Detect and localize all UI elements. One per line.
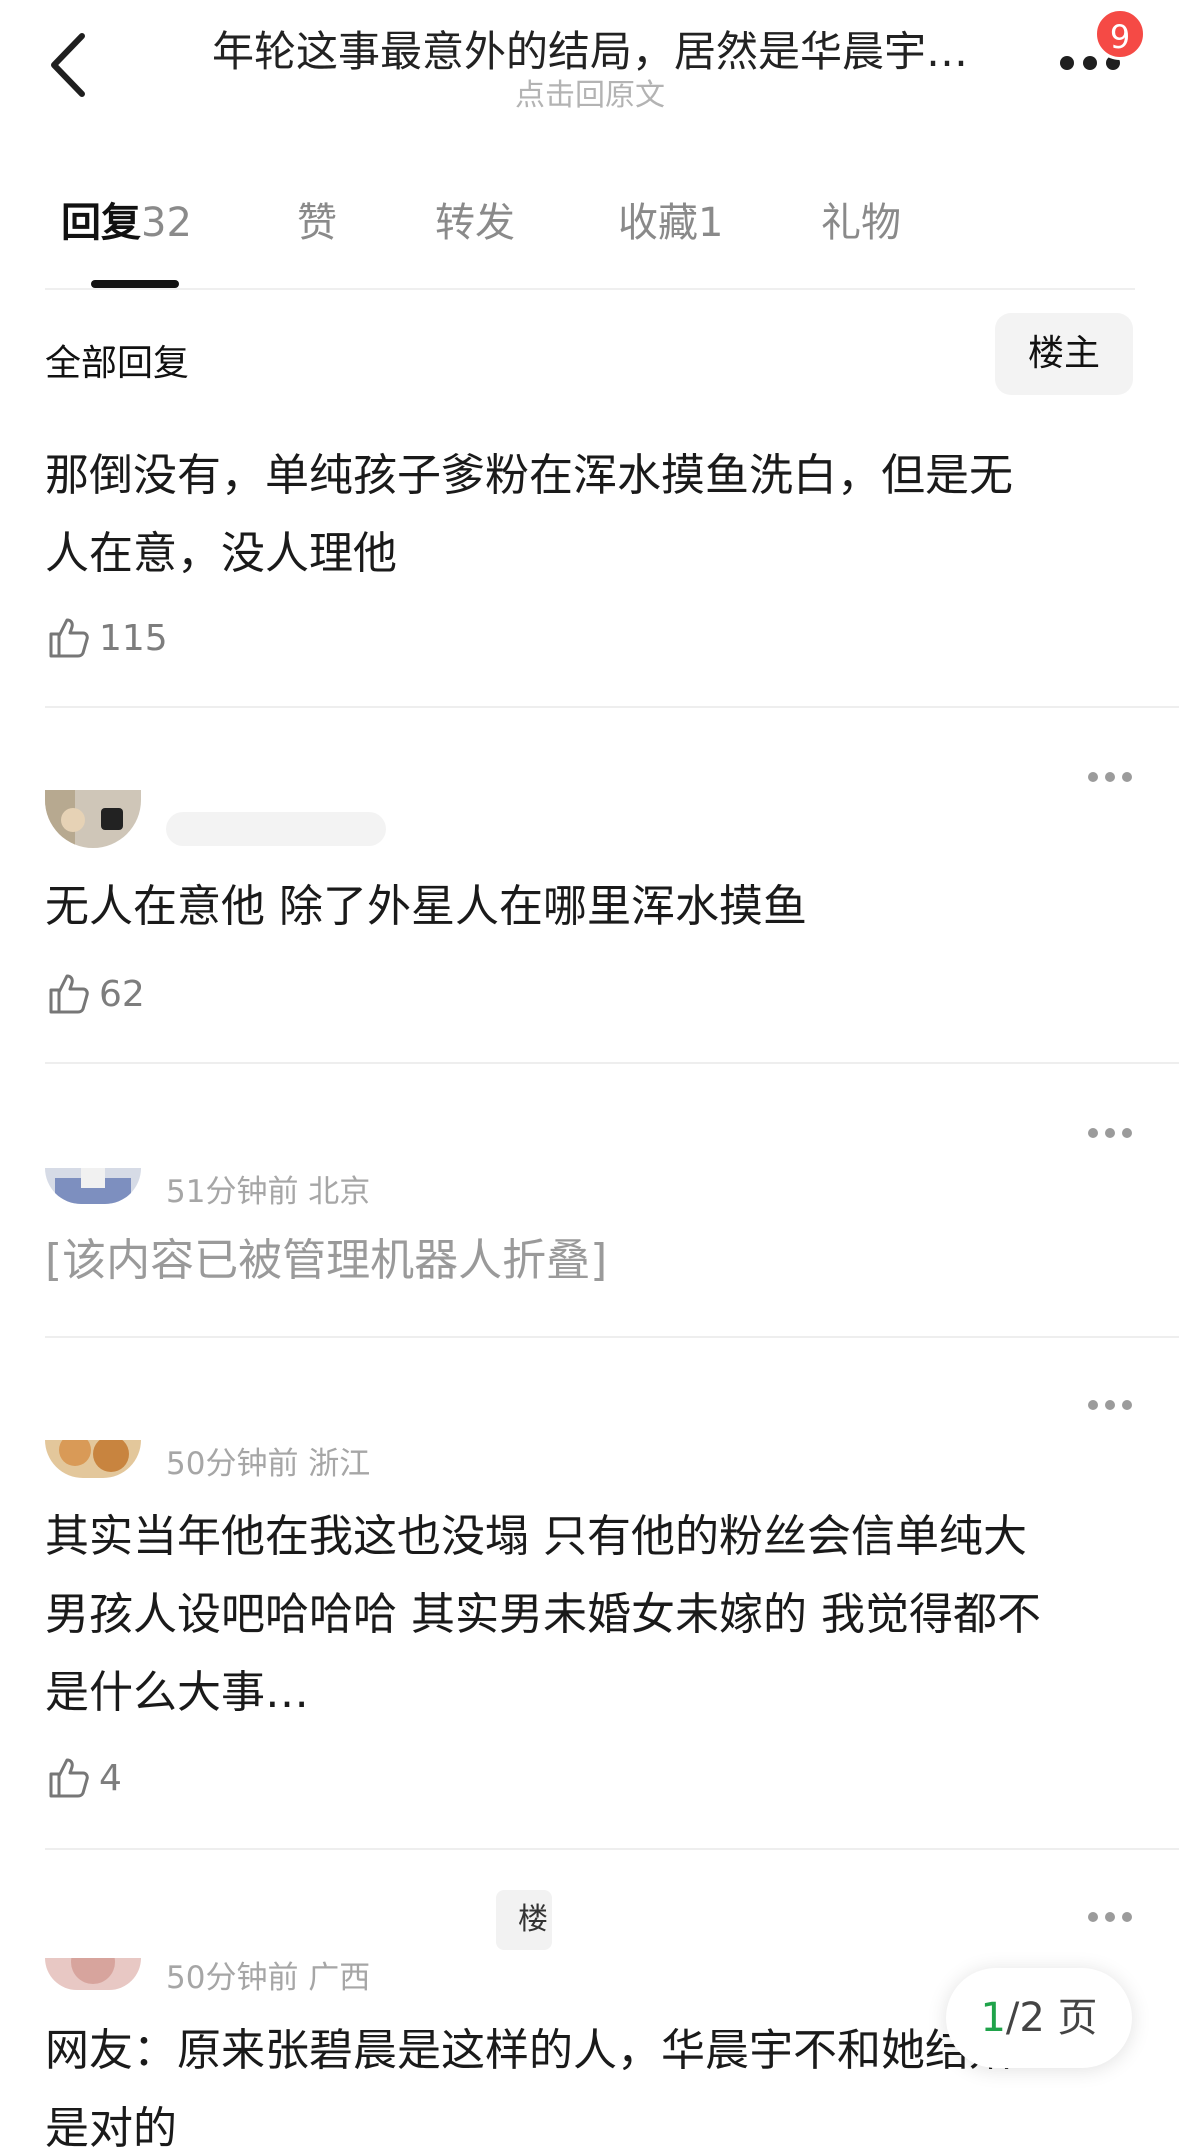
like-count: 115 [99,617,168,659]
tab-replies-count: 32 [141,200,192,246]
top-bar: 年轮这事最意外的结局，居然是华晨宇… 点击回原文 9 [0,0,1179,130]
avatar[interactable] [45,790,141,848]
folded-notice[interactable]: [该内容已被管理机器人折叠] [45,1222,1135,1300]
reply-text: 其实当年他在我这也没塌 只有他的粉丝会信单纯大 男孩人设吧哈哈哈 其实男未婚女未… [45,1498,1135,1732]
back-arrow-icon[interactable] [44,30,94,100]
tab-reposts-label: 转发 [435,200,515,246]
reply-text-line: 无人在意他 除了外星人在哪里浑水摸鱼 [45,881,807,932]
tab-replies-label: 回复 [61,200,141,246]
reply-text: 无人在意他 除了外星人在哪里浑水摸鱼 [45,868,1135,946]
section-title: 全部回复 [45,343,190,384]
like-button[interactable]: 62 [45,966,145,1022]
folded-notice-line: [该内容已被管理机器人折叠] [45,1235,608,1286]
avatar[interactable] [45,1440,141,1478]
notification-badge[interactable]: 9 [1094,8,1146,60]
current-page: 1 [980,1995,1006,2041]
tab-replies[interactable]: 回复32 [61,190,192,248]
active-tab-indicator [91,280,179,288]
total-pages: /2 页 [1005,1995,1098,2041]
like-button[interactable]: 4 [45,1750,122,1806]
tab-favorites[interactable]: 收藏1 [618,190,723,248]
post-text-line: 人在意，没人理他 [45,528,397,579]
tab-gifts[interactable]: 礼物 [821,190,901,248]
username-blurred[interactable] [166,812,386,846]
reply-more-icon[interactable] [1088,1128,1132,1140]
thumbs-up-icon [49,1758,89,1798]
back-to-original-link[interactable]: 点击回原文 [180,70,1000,114]
divider [45,288,1135,290]
owner-only-button[interactable]: 楼主 [995,313,1133,395]
divider [45,1336,1179,1338]
reply-more-icon[interactable] [1088,772,1132,784]
divider [45,1848,1179,1850]
tab-likes-label: 赞 [297,200,337,246]
reply-meta: 51分钟前 北京 [166,1174,371,1210]
tab-bar: 回复32 赞 转发 收藏1 礼物 [45,190,1135,290]
tab-gifts-label: 礼物 [821,200,901,246]
reply-text-line: 其实当年他在我这也没塌 只有他的粉丝会信单纯大 [45,1511,1027,1562]
thumbs-up-icon [49,974,89,1014]
like-count: 62 [99,973,145,1015]
thumbs-up-icon [49,618,89,658]
post-text: 那倒没有，单纯孩子爹粉在浑水摸鱼洗白，但是无 人在意，没人理他 [45,437,1135,593]
like-button[interactable]: 115 [45,610,168,666]
reply-meta: 50分钟前 广西 [166,1960,371,1996]
tab-reposts[interactable]: 转发 [435,190,515,248]
reply-text-line: 是对的 [45,2103,177,2150]
reply-more-icon[interactable] [1088,1400,1132,1412]
reply-more-icon[interactable] [1088,1912,1132,1924]
tab-favorites-label: 收藏 [618,200,698,246]
divider [45,706,1179,708]
reply-meta: 50分钟前 浙江 [166,1446,371,1482]
post-text-line: 那倒没有，单纯孩子爹粉在浑水摸鱼洗白，但是无 [45,450,1013,501]
divider [45,1062,1179,1064]
page-indicator[interactable]: 1/2 页 [946,1968,1132,2068]
avatar[interactable] [45,1958,141,1990]
tab-likes[interactable]: 赞 [297,190,337,248]
reply-text-line: 男孩人设吧哈哈哈 其实男未婚女未嫁的 我觉得都不 [45,1589,1041,1640]
like-count: 4 [99,1757,122,1799]
reply-text-line: 是什么大事… [45,1667,309,1718]
tab-favorites-count: 1 [698,200,724,246]
owner-tag: 楼主 [496,1890,552,1950]
avatar[interactable] [45,1168,141,1204]
